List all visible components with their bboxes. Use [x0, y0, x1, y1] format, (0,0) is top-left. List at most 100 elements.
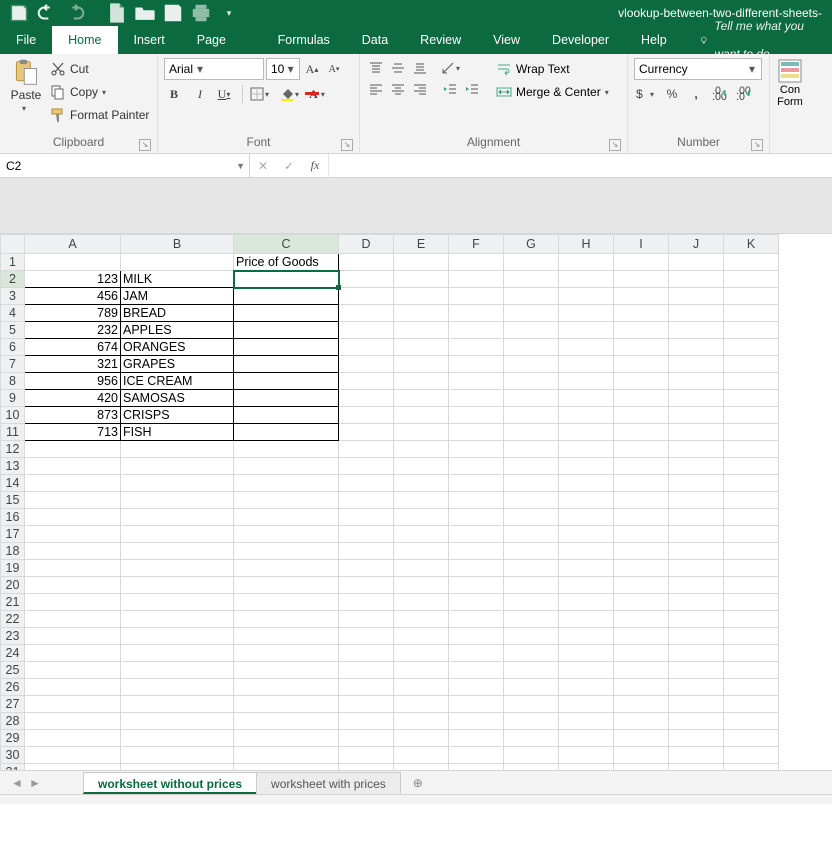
row-header[interactable]: 17 — [1, 526, 25, 543]
cell[interactable] — [669, 696, 724, 713]
cell[interactable] — [234, 322, 339, 339]
cell[interactable] — [394, 543, 449, 560]
cell[interactable] — [504, 730, 559, 747]
dialog-launcher-icon[interactable]: ↘ — [341, 139, 353, 151]
cell[interactable] — [669, 679, 724, 696]
cell[interactable] — [449, 339, 504, 356]
cell[interactable] — [669, 390, 724, 407]
cell[interactable] — [234, 713, 339, 730]
cell[interactable] — [121, 696, 234, 713]
tab-file[interactable]: File — [0, 26, 52, 54]
cell[interactable] — [339, 305, 394, 322]
cell[interactable] — [121, 730, 234, 747]
spreadsheet-grid[interactable]: ABCDEFGHIJK 1Price of Goods2123MILK3456J… — [0, 234, 832, 770]
new-sheet-button[interactable]: ⊕ — [407, 776, 429, 790]
cell[interactable] — [394, 713, 449, 730]
cell[interactable]: 713 — [25, 424, 121, 441]
row-header[interactable]: 1 — [1, 254, 25, 271]
cell[interactable] — [559, 441, 614, 458]
column-header[interactable]: E — [394, 235, 449, 254]
cell[interactable] — [559, 628, 614, 645]
cell[interactable] — [724, 764, 779, 771]
row-header[interactable]: 6 — [1, 339, 25, 356]
cell[interactable] — [394, 390, 449, 407]
cell[interactable]: 789 — [25, 305, 121, 322]
row-header[interactable]: 30 — [1, 747, 25, 764]
cell[interactable] — [724, 594, 779, 611]
cell[interactable] — [25, 475, 121, 492]
cell[interactable] — [559, 509, 614, 526]
cell[interactable] — [25, 560, 121, 577]
cell[interactable] — [504, 594, 559, 611]
cell[interactable] — [559, 526, 614, 543]
cell[interactable] — [394, 322, 449, 339]
row-header[interactable]: 4 — [1, 305, 25, 322]
column-header[interactable]: F — [449, 235, 504, 254]
cell[interactable] — [614, 662, 669, 679]
cell[interactable] — [669, 492, 724, 509]
cell[interactable] — [724, 254, 779, 271]
row-header[interactable]: 11 — [1, 424, 25, 441]
cell[interactable] — [394, 764, 449, 771]
cell[interactable] — [394, 526, 449, 543]
cell[interactable] — [724, 747, 779, 764]
cell[interactable] — [669, 288, 724, 305]
cell[interactable] — [504, 441, 559, 458]
cell[interactable] — [234, 662, 339, 679]
cell[interactable] — [559, 288, 614, 305]
cell[interactable] — [25, 730, 121, 747]
cell[interactable] — [339, 322, 394, 339]
cell[interactable] — [724, 407, 779, 424]
cell[interactable] — [724, 628, 779, 645]
cell[interactable] — [614, 356, 669, 373]
cell[interactable] — [394, 560, 449, 577]
cell[interactable] — [724, 526, 779, 543]
column-header[interactable]: K — [724, 235, 779, 254]
cell[interactable] — [25, 492, 121, 509]
cell[interactable] — [669, 730, 724, 747]
cell[interactable] — [234, 764, 339, 771]
save-disk-icon[interactable] — [162, 3, 184, 23]
cell[interactable] — [234, 441, 339, 458]
cell[interactable] — [559, 645, 614, 662]
row-header[interactable]: 12 — [1, 441, 25, 458]
align-left-button[interactable] — [366, 79, 386, 99]
cell[interactable] — [449, 594, 504, 611]
tab-review[interactable]: Review — [404, 26, 477, 54]
cell[interactable] — [234, 577, 339, 594]
cell[interactable] — [234, 645, 339, 662]
cell[interactable] — [669, 322, 724, 339]
sheet-tab-active[interactable]: worksheet without prices — [83, 772, 257, 794]
cell[interactable] — [394, 628, 449, 645]
borders-button[interactable]: ▾ — [249, 84, 273, 104]
column-header[interactable]: C — [234, 235, 339, 254]
cell[interactable] — [25, 509, 121, 526]
cell[interactable] — [559, 492, 614, 509]
cell[interactable]: 956 — [25, 373, 121, 390]
cell[interactable] — [339, 628, 394, 645]
cell[interactable] — [394, 747, 449, 764]
cell[interactable] — [669, 662, 724, 679]
cell[interactable] — [504, 424, 559, 441]
cell[interactable] — [25, 713, 121, 730]
cell[interactable]: ICE CREAM — [121, 373, 234, 390]
cell[interactable] — [234, 475, 339, 492]
cell[interactable] — [25, 458, 121, 475]
cell[interactable] — [394, 441, 449, 458]
cell[interactable] — [669, 254, 724, 271]
cell[interactable] — [121, 441, 234, 458]
cell[interactable] — [234, 305, 339, 322]
align-right-button[interactable] — [410, 79, 430, 99]
cell[interactable] — [724, 696, 779, 713]
cell[interactable] — [559, 475, 614, 492]
cell[interactable] — [614, 747, 669, 764]
cell[interactable]: MILK — [121, 271, 234, 288]
row-header[interactable]: 10 — [1, 407, 25, 424]
cell[interactable] — [559, 458, 614, 475]
row-header[interactable]: 5 — [1, 322, 25, 339]
cell[interactable] — [339, 764, 394, 771]
cell[interactable]: BREAD — [121, 305, 234, 322]
cell[interactable] — [234, 492, 339, 509]
comma-style-button[interactable]: , — [686, 84, 706, 104]
cell[interactable] — [559, 390, 614, 407]
